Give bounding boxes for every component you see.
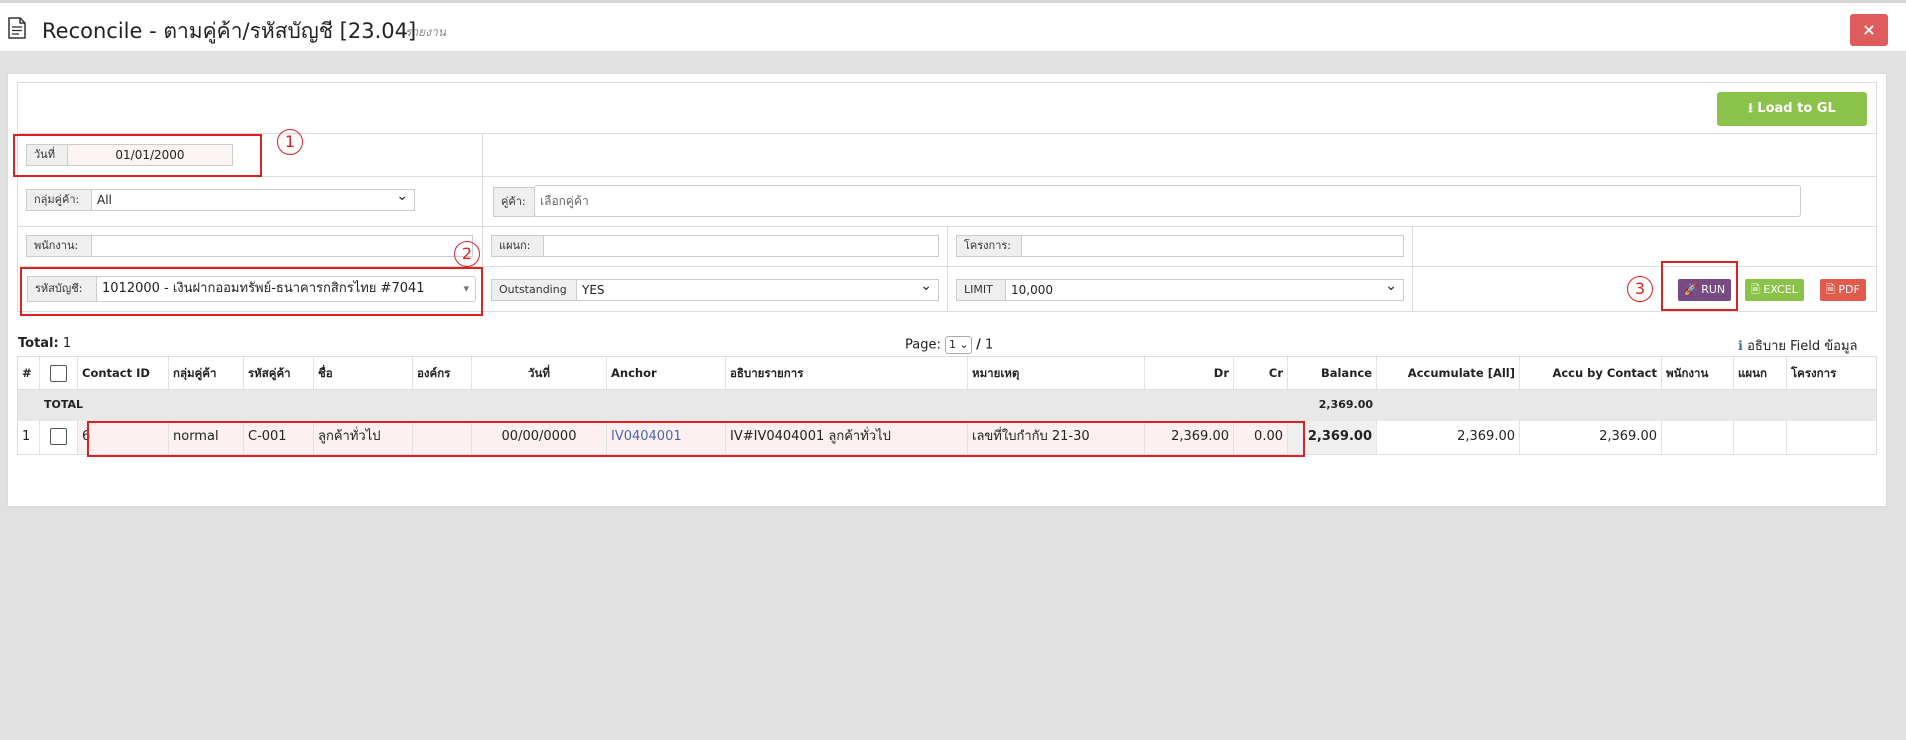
total-row-label: TOTAL — [44, 398, 84, 411]
col-employee[interactable]: พนักงาน — [1662, 357, 1734, 389]
page-title: Reconcile - ตามคู่ค้า/รหัสบัญชี [23.04] — [42, 19, 417, 43]
col-note[interactable]: หมายเหตุ — [968, 357, 1145, 389]
col-dr[interactable]: Dr — [1145, 357, 1234, 389]
row-select — [40, 421, 78, 454]
info-icon: ℹ — [1738, 339, 1743, 354]
row-checkbox[interactable] — [50, 428, 67, 445]
contact-group-select[interactable]: All — [91, 189, 415, 211]
col-balance[interactable]: Balance — [1288, 357, 1377, 389]
employee-input[interactable] — [91, 235, 473, 257]
highlight-box-row — [87, 421, 1305, 457]
page-select[interactable]: 1 ⌄ — [945, 336, 972, 354]
table-header: # Contact ID กลุ่มคู่ค้า รหัสคู่ค้า ชื่อ… — [18, 357, 1876, 390]
project-label: โครงการ: — [956, 235, 1022, 257]
pdf-button[interactable]: 🗎 PDF — [1820, 279, 1866, 301]
project-input[interactable] — [1021, 235, 1404, 257]
col-org[interactable]: องค์กร — [413, 357, 472, 389]
outstanding-select[interactable]: YES — [576, 279, 939, 301]
page-separator: / — [976, 337, 981, 353]
row-accu-by-contact: 2,369.00 — [1520, 421, 1662, 454]
close-button[interactable]: × — [1850, 14, 1888, 46]
employee-label: พนักงาน: — [26, 235, 92, 257]
field-help-label: อธิบาย Field ข้อมูล — [1747, 339, 1858, 354]
total-row-balance: 2,369.00 — [1318, 398, 1373, 411]
row-department — [1734, 421, 1787, 454]
col-contact-code[interactable]: รหัสคู่ค้า — [244, 357, 314, 389]
col-accumulate-all[interactable]: Accumulate [All] — [1377, 357, 1520, 389]
contact-select[interactable]: เลือกคู่ค้า — [534, 185, 1801, 217]
row-employee — [1662, 421, 1734, 454]
limit-select[interactable]: 10,000 — [1005, 279, 1404, 301]
load-to-gl-button[interactable]: ⭳ Load to GL — [1717, 92, 1867, 126]
row-accumulate-all: 2,369.00 — [1377, 421, 1520, 454]
department-input[interactable] — [543, 235, 939, 257]
total-count: Total: 1 — [18, 336, 71, 351]
field-help-link[interactable]: ℹ อธิบาย Field ข้อมูล — [1738, 335, 1858, 356]
contact-label: คู่ค้า: — [493, 187, 535, 217]
col-select-all — [40, 357, 78, 389]
row-num: 1 — [18, 421, 40, 454]
run-button[interactable]: 🚀 RUN — [1678, 279, 1732, 301]
total-label: Total: — [18, 336, 59, 351]
col-contact-group[interactable]: กลุ่มคู่ค้า — [169, 357, 244, 389]
col-contact-id[interactable]: Contact ID — [78, 357, 169, 389]
form-divider — [1412, 227, 1413, 311]
highlight-box-1 — [13, 134, 262, 177]
form-divider — [947, 227, 948, 311]
col-date[interactable]: วันที่ — [472, 357, 607, 389]
marker-1: 1 — [277, 129, 303, 155]
select-all-checkbox[interactable] — [50, 365, 67, 382]
total-row: TOTAL 2,369.00 — [18, 390, 1876, 421]
page-label: Page: — [905, 337, 941, 353]
col-anchor[interactable]: Anchor — [607, 357, 726, 389]
highlight-box-2 — [20, 267, 483, 316]
marker-2: 2 — [454, 241, 480, 267]
col-project[interactable]: โครงการ — [1787, 357, 1876, 389]
col-name[interactable]: ชื่อ — [314, 357, 413, 389]
department-label: แผนก: — [491, 235, 544, 257]
pagination: Page: 1 ⌄ / 1 — [905, 336, 993, 354]
excel-button[interactable]: 🗎 EXCEL — [1745, 279, 1804, 301]
total-value: 1 — [62, 336, 72, 351]
contact-group-label: กลุ่มคู่ค้า: — [26, 189, 92, 211]
marker-3: 3 — [1627, 276, 1653, 302]
col-num: # — [18, 357, 40, 389]
col-department[interactable]: แผนก — [1734, 357, 1787, 389]
col-description[interactable]: อธิบายรายการ — [726, 357, 968, 389]
page-subtitle: รายงาน — [405, 25, 447, 39]
page-total: 1 — [985, 337, 994, 353]
form-divider — [18, 176, 1876, 177]
document-icon — [8, 17, 26, 39]
col-accu-by-contact[interactable]: Accu by Contact — [1520, 357, 1662, 389]
col-cr[interactable]: Cr — [1234, 357, 1288, 389]
row-project — [1787, 421, 1876, 454]
outstanding-label: Outstanding — [491, 279, 577, 301]
limit-label: LIMIT — [956, 279, 1006, 301]
title-bar: Reconcile - ตามคู่ค้า/รหัสบัญชี [23.04] … — [0, 0, 1906, 52]
